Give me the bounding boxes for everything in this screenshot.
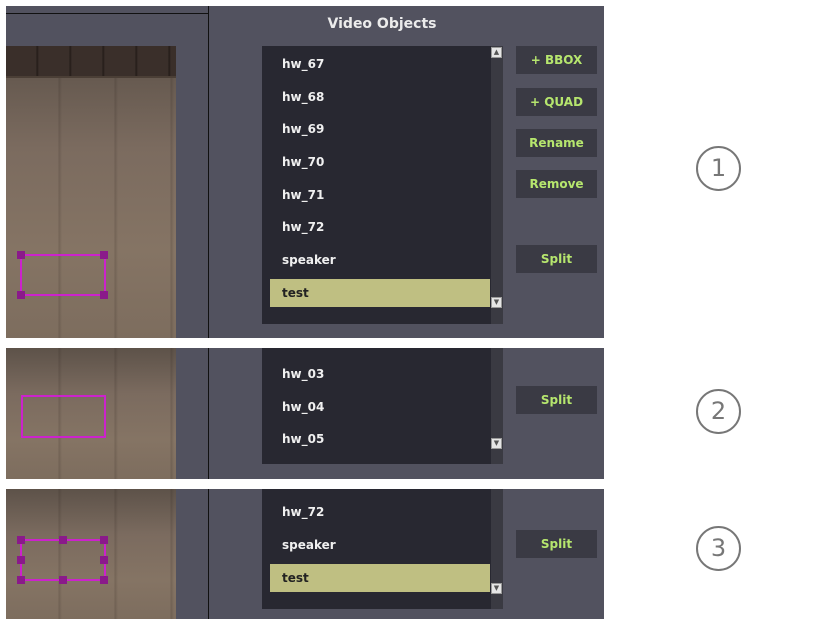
divider — [208, 6, 209, 338]
list-item[interactable]: hw_72 — [270, 498, 490, 526]
scrollbar[interactable] — [491, 46, 503, 324]
scroll-up-arrow-icon[interactable]: ▲ — [491, 47, 502, 58]
step-number-1: 1 — [696, 146, 741, 191]
panel-title: Video Objects — [327, 16, 437, 32]
list-item[interactable]: hw_69 — [270, 115, 490, 143]
remove-button[interactable]: Remove — [516, 170, 597, 198]
resize-handle-icon[interactable] — [100, 536, 108, 544]
list-item[interactable]: hw_04 — [270, 393, 490, 421]
list-item[interactable]: hw_68 — [270, 83, 490, 111]
bounding-box[interactable] — [20, 254, 106, 296]
video-frame[interactable] — [6, 348, 176, 479]
resize-handle-icon[interactable] — [17, 291, 25, 299]
resize-handle-icon[interactable] — [100, 291, 108, 299]
video-frame[interactable] — [6, 46, 176, 338]
bounding-box[interactable] — [20, 539, 106, 581]
step-number-3: 3 — [696, 526, 741, 571]
split-button[interactable]: Split — [516, 386, 597, 414]
wall-band — [6, 46, 176, 78]
list-item[interactable]: hw_70 — [270, 148, 490, 176]
list-item[interactable]: hw_03 — [270, 360, 490, 388]
resize-handle-icon[interactable] — [100, 251, 108, 259]
object-list[interactable]: hw_03 hw_04 hw_05 ▼ — [262, 348, 503, 464]
step-number-2: 2 — [696, 389, 741, 434]
scroll-down-arrow-icon[interactable]: ▼ — [491, 297, 502, 308]
list-item-selected[interactable]: test — [270, 564, 490, 592]
list-item[interactable]: speaker — [270, 246, 490, 274]
video-objects-panel-2: hw_03 hw_04 hw_05 ▼ Split — [6, 348, 604, 479]
video-frame[interactable] — [6, 489, 176, 619]
list-item[interactable]: speaker — [270, 531, 490, 559]
split-button[interactable]: Split — [516, 245, 597, 273]
bounding-box[interactable] — [21, 395, 106, 438]
resize-handle-icon[interactable] — [17, 251, 25, 259]
resize-handle-icon[interactable] — [59, 576, 67, 584]
rename-button[interactable]: Rename — [516, 129, 597, 157]
list-item-selected[interactable]: test — [270, 279, 490, 307]
divider — [6, 13, 209, 14]
object-list[interactable]: hw_67 hw_68 hw_69 hw_70 hw_71 hw_72 spea… — [262, 46, 503, 324]
resize-handle-icon[interactable] — [59, 536, 67, 544]
add-quad-button[interactable]: + QUAD — [516, 88, 597, 116]
list-item[interactable]: hw_05 — [270, 425, 490, 453]
resize-handle-icon[interactable] — [17, 536, 25, 544]
list-item[interactable]: hw_72 — [270, 213, 490, 241]
resize-handle-icon[interactable] — [17, 556, 25, 564]
scroll-down-arrow-icon[interactable]: ▼ — [491, 583, 502, 594]
resize-handle-icon[interactable] — [17, 576, 25, 584]
video-objects-panel-3: hw_72 speaker test ▼ Split — [6, 489, 604, 619]
resize-handle-icon[interactable] — [100, 556, 108, 564]
video-objects-panel-1: Video Objects hw_67 hw_68 hw_69 hw_70 hw… — [6, 6, 604, 338]
list-item[interactable]: hw_67 — [270, 50, 490, 78]
resize-handle-icon[interactable] — [100, 576, 108, 584]
divider — [208, 489, 209, 619]
scroll-down-arrow-icon[interactable]: ▼ — [491, 438, 502, 449]
object-list[interactable]: hw_72 speaker test ▼ — [262, 489, 503, 609]
list-item[interactable]: hw_71 — [270, 181, 490, 209]
split-button[interactable]: Split — [516, 530, 597, 558]
divider — [208, 348, 209, 479]
add-bbox-button[interactable]: + BBOX — [516, 46, 597, 74]
